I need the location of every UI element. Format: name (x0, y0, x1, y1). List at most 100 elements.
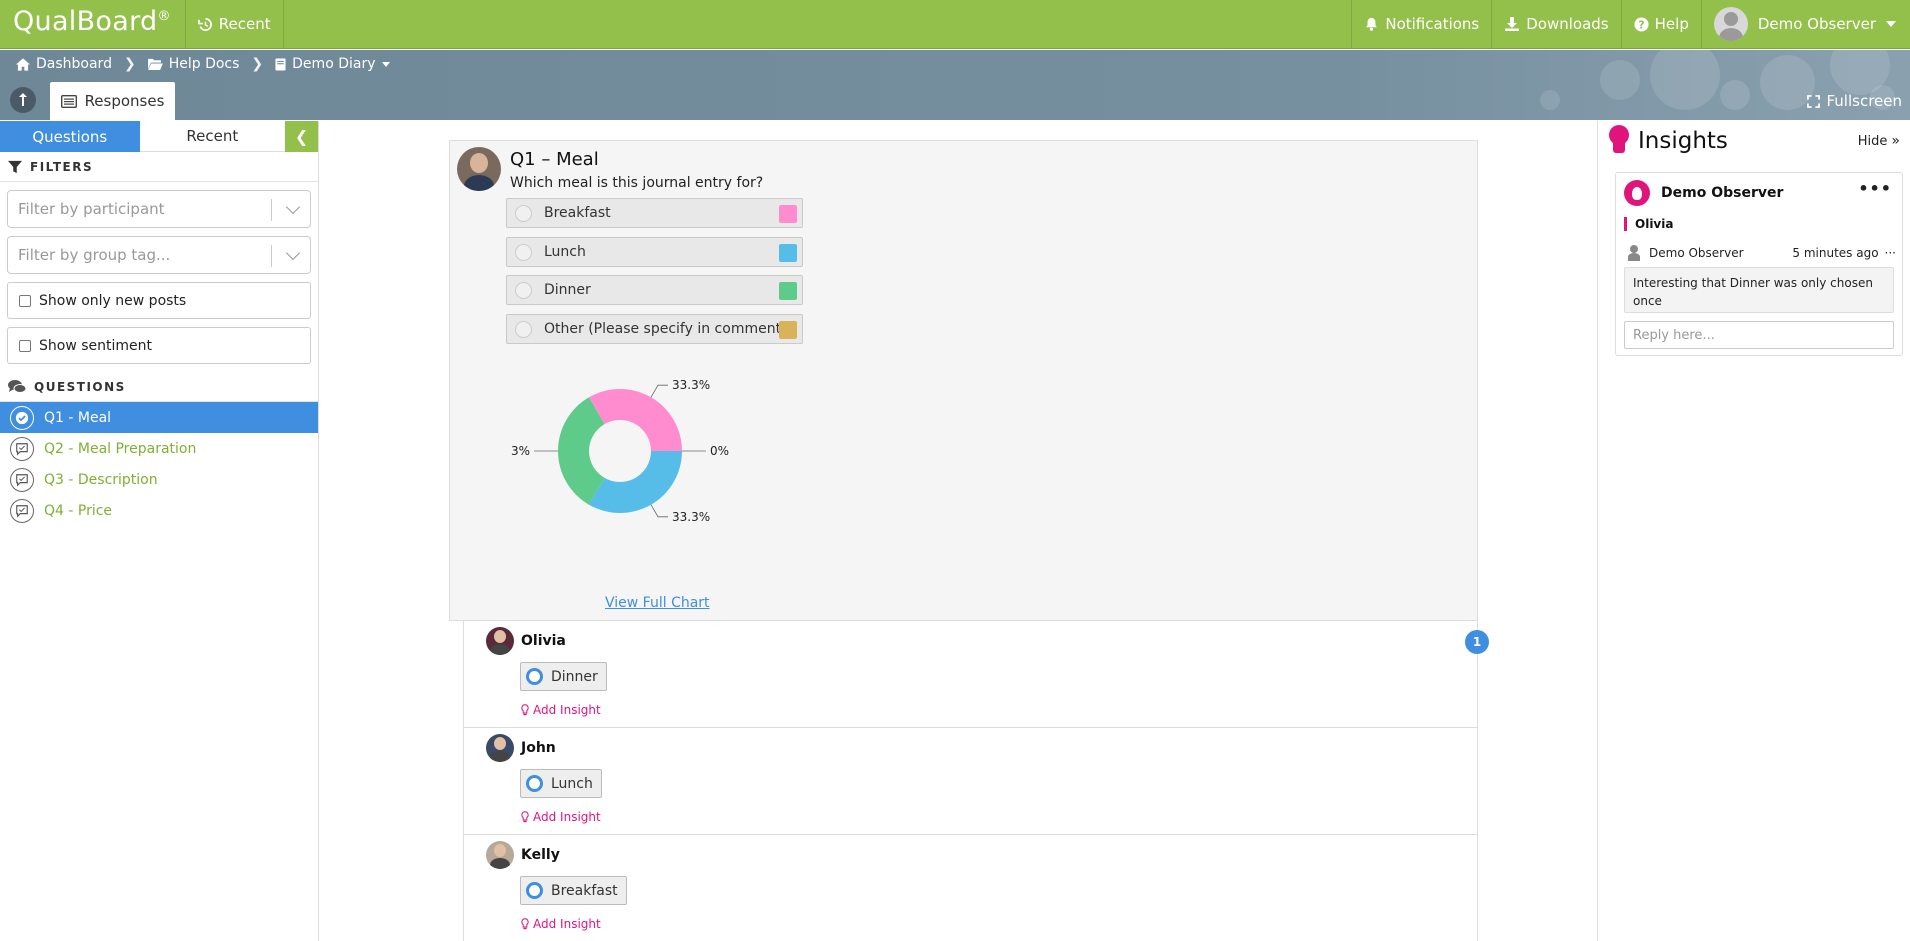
reply-input[interactable] (1624, 321, 1894, 349)
lightbulb-icon (521, 918, 529, 930)
answer-chip: Breakfast (520, 876, 627, 905)
check-circle-icon (10, 405, 34, 430)
chevron-right-icon: ❯ (123, 56, 136, 72)
history-icon (197, 17, 212, 31)
show-sentiment-checkbox[interactable] (19, 339, 31, 352)
expand-icon (1807, 94, 1821, 108)
chevron-down-icon (285, 245, 301, 261)
color-swatch (779, 205, 797, 223)
response-item: John Lunch Add Insight (464, 728, 1477, 835)
chevron-right-icon: ❯ (251, 56, 264, 72)
tab-questions[interactable]: Questions (0, 121, 140, 152)
svg-text:?: ? (1638, 19, 1644, 31)
lightbulb-icon (521, 704, 529, 716)
donut-label: 0% (710, 444, 729, 458)
filter-icon (8, 160, 22, 173)
selected-radio-icon (526, 882, 543, 899)
user-icon (1628, 245, 1640, 261)
show-new-posts-toggle[interactable]: Show only new posts (7, 282, 311, 319)
show-sentiment-toggle[interactable]: Show sentiment (7, 327, 311, 364)
donut-leader-line (650, 384, 668, 398)
left-sidebar: Questions Recent ❮ FILTERS Filter by par… (0, 121, 319, 941)
insight-author-avatar (1624, 180, 1650, 206)
caret-down-icon (381, 61, 390, 67)
comments-icon (8, 379, 26, 393)
add-insight-link[interactable]: Add Insight (521, 810, 601, 824)
book-icon (275, 58, 286, 70)
option-radio (515, 204, 532, 222)
filters-heading: FILTERS (0, 152, 318, 182)
sidebar-item-q1[interactable]: Q1 - Meal (0, 402, 318, 433)
caret-down-icon (1886, 21, 1896, 27)
option-radio (515, 243, 532, 261)
color-swatch (779, 321, 797, 339)
comment-icon (10, 436, 34, 461)
moderator-avatar (457, 147, 501, 191)
option-radio (515, 281, 532, 299)
recent-button[interactable]: Recent (186, 0, 284, 48)
color-swatch (779, 244, 797, 262)
comment-icon (10, 498, 34, 523)
breadcrumb-help-docs[interactable]: Help Docs (147, 56, 239, 72)
answer-chip: Dinner (520, 662, 607, 691)
donut-slice-lunch (589, 451, 682, 513)
add-insight-link[interactable]: Add Insight (521, 917, 601, 931)
insight-author: Demo Observer (1661, 185, 1784, 201)
insight-count-badge[interactable]: 1 (1465, 630, 1489, 654)
list-alt-icon (60, 94, 77, 108)
color-swatch (779, 282, 797, 300)
show-new-posts-checkbox[interactable] (19, 294, 31, 307)
donut-slice-breakfast (589, 389, 682, 451)
tab-responses[interactable]: Responses (50, 82, 175, 120)
results-donut-chart: 33.3% 33.3% 33.3% 0% (510, 378, 729, 524)
question-card: Q1 – Meal Which meal is this journal ent… (449, 140, 1478, 621)
add-insight-link[interactable]: Add Insight (521, 703, 601, 717)
insights-panel: Insights Hide » Demo Observer ••• Olivia… (1597, 121, 1910, 941)
comment-more-icon[interactable]: ··· (1885, 246, 1896, 260)
insight-participant-tag: Olivia (1624, 217, 1673, 231)
lightbulb-icon (1608, 125, 1630, 157)
donut-slice-dinner (558, 397, 605, 505)
back-up-button[interactable] (10, 87, 36, 113)
filter-participant-select[interactable]: Filter by participant (7, 190, 311, 228)
response-item: Kelly Breakfast Add Insight (464, 835, 1477, 941)
sidebar-item-q3[interactable]: Q3 - Description (0, 464, 318, 495)
user-avatar (1713, 7, 1748, 41)
downloads-button[interactable]: Downloads (1491, 0, 1620, 48)
hide-insights-button[interactable]: Hide » (1858, 133, 1900, 149)
more-options-icon[interactable]: ••• (1858, 179, 1892, 198)
qualboard-logo[interactable]: QualBoard® (0, 0, 186, 48)
option-radio (515, 320, 532, 338)
breadcrumb-demo-diary[interactable]: Demo Diary (275, 56, 390, 72)
comment-meta: Demo Observer 5 minutes ago ··· (1628, 245, 1896, 261)
donut-leader-line (650, 504, 668, 518)
questions-heading: QUESTIONS (0, 372, 318, 402)
fullscreen-button[interactable]: Fullscreen (1807, 92, 1902, 110)
filter-group-tag-select[interactable]: Filter by group tag... (7, 236, 311, 274)
participant-name: Olivia (521, 633, 566, 649)
comment-icon (10, 467, 34, 492)
option-other: Other (Please specify in comment) (506, 314, 803, 344)
collapse-sidebar-button[interactable]: ❮ (285, 121, 318, 152)
sidebar-tabs: Questions Recent ❮ (0, 121, 318, 152)
home-icon (16, 57, 30, 71)
help-button[interactable]: ? Help (1620, 0, 1701, 48)
selected-radio-icon (526, 775, 543, 792)
participant-name: John (521, 740, 556, 756)
answer-chip: Lunch (520, 769, 602, 798)
notifications-button[interactable]: Notifications (1351, 0, 1491, 48)
breadcrumb-dashboard[interactable]: Dashboard (16, 56, 112, 72)
donut-label: 33.3% (510, 444, 530, 458)
sidebar-item-q2[interactable]: Q2 - Meal Preparation (0, 433, 318, 464)
tab-recent[interactable]: Recent (139, 121, 286, 152)
chevron-down-icon (285, 199, 301, 215)
breadcrumb: Dashboard ❯ Help Docs ❯ Demo Diary (16, 56, 390, 72)
view-full-chart-link[interactable]: View Full Chart (605, 595, 710, 611)
user-menu[interactable]: Demo Observer (1700, 0, 1910, 48)
participant-avatar (486, 841, 514, 869)
download-icon (1505, 17, 1520, 31)
participant-avatar (486, 734, 514, 762)
participant-name: Kelly (521, 847, 560, 863)
sidebar-item-q4[interactable]: Q4 - Price (0, 495, 318, 526)
lightbulb-icon (521, 811, 529, 823)
